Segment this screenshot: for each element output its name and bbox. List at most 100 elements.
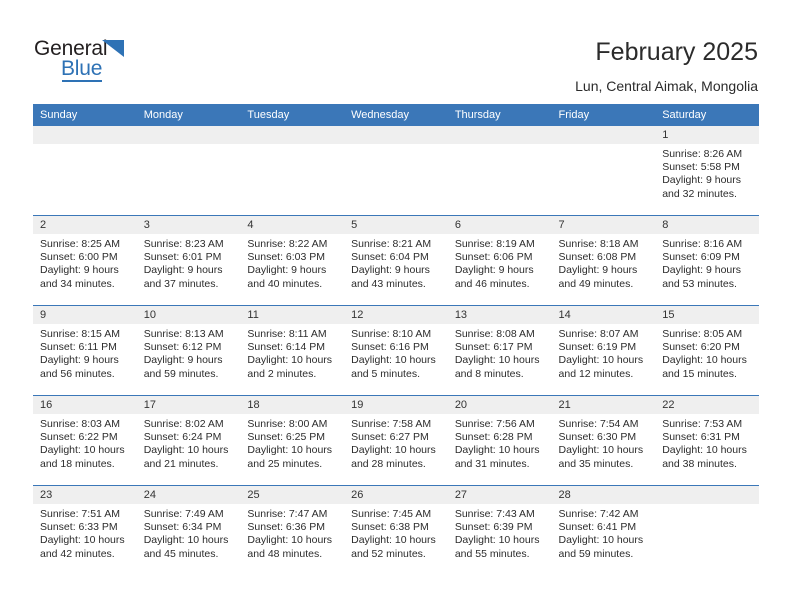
calendar-day-cell[interactable]: 23 Sunrise: 7:51 AM Sunset: 6:33 PM Dayligh… — [33, 485, 137, 575]
day-daylight-line1-text: Daylight: 10 hours — [662, 444, 747, 457]
calendar-day-cell[interactable]: 10 Sunrise: 8:13 AM Sunset: 6:12 PM Dayligh… — [136, 305, 241, 396]
day-daylight-line1-text: Daylight: 10 hours — [454, 534, 540, 547]
day-daylight-line1-text: Daylight: 10 hours — [454, 444, 540, 457]
calendar-day-cell[interactable]: 22 Sunrise: 7:53 AM Sunset: 6:31 PM Dayligh… — [655, 395, 759, 486]
calendar-cell-empty — [655, 485, 759, 575]
day-details: Sunrise: 7:54 AM Sunset: 6:30 PM Daylight:… — [552, 414, 656, 471]
calendar-day-cell[interactable]: 8 Sunrise: 8:16 AM Sunset: 6:09 PM Daylight… — [655, 215, 759, 306]
day-sunrise-text: Sunrise: 8:03 AM — [40, 418, 120, 430]
day-daylight-line1-text: Daylight: 10 hours — [558, 354, 644, 367]
day-sunrise-text: Sunrise: 8:19 AM — [454, 238, 535, 250]
day-daylight-line2-text: and 37 minutes. — [143, 277, 219, 290]
generalblue-logo: General Blue — [34, 37, 214, 85]
calendar-day-cell[interactable]: 18 Sunrise: 8:00 AM Sunset: 6:25 PM Dayligh… — [240, 395, 345, 486]
calendar-day-cell[interactable]: 24 Sunrise: 7:49 AM Sunset: 6:34 PM Dayligh… — [136, 485, 241, 575]
day-number: 26 — [344, 486, 448, 504]
day-sunset-text: Sunset: 6:30 PM — [558, 431, 637, 444]
day-daylight-line2-text: and 32 minutes. — [662, 187, 737, 200]
day-details: Sunrise: 8:16 AM Sunset: 6:09 PM Daylight:… — [655, 234, 759, 291]
calendar-grid: Sunday Monday Tuesday Wednesday Thursday… — [33, 104, 759, 575]
calendar-day-cell[interactable]: 19 Sunrise: 7:58 AM Sunset: 6:27 PM Dayligh… — [344, 395, 448, 486]
day-daylight-line2-text: and 5 minutes. — [351, 367, 420, 380]
day-sunrise-text: Sunrise: 7:53 AM — [662, 418, 743, 430]
day-number: 8 — [655, 216, 759, 234]
day-daylight-line1-text: Daylight: 10 hours — [143, 444, 229, 457]
day-daylight-line2-text: and 59 minutes. — [143, 367, 219, 380]
weekday-header-wednesday: Wednesday — [344, 104, 448, 126]
calendar-day-cell[interactable]: 20 Sunrise: 7:56 AM Sunset: 6:28 PM Dayligh… — [447, 395, 552, 486]
day-sunset-text: Sunset: 6:06 PM — [454, 251, 533, 264]
calendar-day-cell[interactable]: 25 Sunrise: 7:47 AM Sunset: 6:36 PM Dayligh… — [240, 485, 345, 575]
calendar-day-cell[interactable]: 9 Sunrise: 8:15 AM Sunset: 6:11 PM Daylight… — [33, 305, 137, 396]
calendar-day-cell[interactable]: 4 Sunrise: 8:22 AM Sunset: 6:03 PM Daylight… — [240, 215, 345, 306]
day-daylight-line1-text: Daylight: 10 hours — [454, 354, 540, 367]
calendar-day-cell[interactable]: 6 Sunrise: 8:19 AM Sunset: 6:06 PM Daylight… — [447, 215, 552, 306]
day-daylight-line1-text: Daylight: 10 hours — [40, 444, 125, 457]
calendar-day-cell[interactable]: 5 Sunrise: 8:21 AM Sunset: 6:04 PM Daylight… — [344, 215, 448, 306]
calendar-week-row: 9 Sunrise: 8:15 AM Sunset: 6:11 PM Daylight… — [33, 305, 759, 396]
calendar-day-cell[interactable]: 13 Sunrise: 8:08 AM Sunset: 6:17 PM Dayligh… — [447, 305, 552, 396]
day-daylight-line1-text: Daylight: 10 hours — [40, 534, 125, 547]
calendar-day-cell[interactable]: 17 Sunrise: 8:02 AM Sunset: 6:24 PM Dayligh… — [136, 395, 241, 486]
day-daylight-line1-text: Daylight: 9 hours — [40, 354, 119, 367]
day-daylight-line1-text: Daylight: 9 hours — [558, 264, 638, 277]
day-daylight-line1-text: Daylight: 10 hours — [351, 534, 436, 547]
calendar-day-cell[interactable]: 28 Sunrise: 7:42 AM Sunset: 6:41 PM Dayligh… — [551, 485, 656, 575]
day-sunset-text: Sunset: 6:16 PM — [351, 341, 429, 354]
day-number: 2 — [33, 216, 137, 234]
day-number: 11 — [240, 306, 345, 324]
day-sunset-text: Sunset: 6:04 PM — [351, 251, 429, 264]
calendar-cell-empty — [447, 126, 552, 216]
day-daylight-line2-text: and 31 minutes. — [454, 457, 530, 470]
calendar-page: General Blue February 2025 Lun, Central … — [0, 0, 792, 612]
day-sunrise-text: Sunrise: 8:07 AM — [558, 328, 639, 340]
calendar-day-cell[interactable]: 3 Sunrise: 8:23 AM Sunset: 6:01 PM Daylight… — [136, 215, 241, 306]
day-details: Sunrise: 7:51 AM Sunset: 6:33 PM Daylight:… — [33, 504, 137, 561]
calendar-cell-empty — [136, 126, 241, 216]
calendar-day-cell[interactable]: 26 Sunrise: 7:45 AM Sunset: 6:38 PM Dayligh… — [344, 485, 448, 575]
day-sunset-text: Sunset: 6:39 PM — [454, 521, 533, 534]
day-number: 28 — [551, 486, 656, 504]
day-sunrise-text: Sunrise: 8:08 AM — [454, 328, 535, 340]
calendar-day-cell[interactable]: 2 Sunrise: 8:25 AM Sunset: 6:00 PM Daylight… — [33, 215, 137, 306]
calendar-day-cell[interactable]: 16 Sunrise: 8:03 AM Sunset: 6:22 PM Dayligh… — [33, 395, 137, 486]
weekday-header-monday: Monday — [136, 104, 241, 126]
day-daylight-line1-text: Daylight: 9 hours — [662, 174, 742, 187]
calendar-day-cell[interactable]: 12 Sunrise: 8:10 AM Sunset: 6:16 PM Dayligh… — [344, 305, 448, 396]
day-daylight-line1-text: Daylight: 10 hours — [558, 444, 644, 457]
calendar-week-row: 1 Sunrise: 8:26 AM Sunset: 5:58 PM Daylight… — [33, 126, 759, 216]
day-sunrise-text: Sunrise: 8:13 AM — [143, 328, 224, 340]
calendar-day-cell[interactable]: 27 Sunrise: 7:43 AM Sunset: 6:39 PM Dayligh… — [447, 485, 552, 575]
day-sunrise-text: Sunrise: 8:23 AM — [143, 238, 224, 250]
calendar-cell-empty — [344, 126, 448, 216]
calendar-day-cell[interactable]: 7 Sunrise: 8:18 AM Sunset: 6:08 PM Daylight… — [551, 215, 656, 306]
day-daylight-line2-text: and 46 minutes. — [454, 277, 530, 290]
day-number: 4 — [240, 216, 345, 234]
day-details: Sunrise: 7:47 AM Sunset: 6:36 PM Daylight:… — [240, 504, 344, 561]
day-number: 12 — [344, 306, 448, 324]
weekday-header-sunday: Sunday — [33, 104, 137, 126]
day-sunrise-text: Sunrise: 7:49 AM — [143, 508, 224, 520]
day-number: 1 — [655, 126, 759, 144]
day-sunset-text: Sunset: 6:20 PM — [662, 341, 740, 354]
page-header: General Blue February 2025 Lun, Central … — [0, 0, 792, 100]
calendar-day-cell[interactable]: 15 Sunrise: 8:05 AM Sunset: 6:20 PM Dayligh… — [655, 305, 759, 396]
day-daylight-line1-text: Daylight: 9 hours — [662, 264, 742, 277]
calendar-cell-empty — [33, 126, 137, 216]
calendar-day-cell[interactable]: 1 Sunrise: 8:26 AM Sunset: 5:58 PM Daylight… — [655, 126, 759, 216]
calendar-day-cell[interactable]: 11 Sunrise: 8:11 AM Sunset: 6:14 PM Dayligh… — [240, 305, 345, 396]
day-sunrise-text: Sunrise: 7:43 AM — [454, 508, 535, 520]
calendar-day-cell[interactable]: 21 Sunrise: 7:54 AM Sunset: 6:30 PM Dayligh… — [551, 395, 656, 486]
day-number: 27 — [447, 486, 552, 504]
day-sunrise-text: Sunrise: 8:05 AM — [662, 328, 743, 340]
day-sunrise-text: Sunrise: 8:25 AM — [40, 238, 120, 250]
day-sunrise-text: Sunrise: 7:45 AM — [351, 508, 432, 520]
page-title: February 2025 — [595, 38, 758, 66]
day-sunrise-text: Sunrise: 8:16 AM — [662, 238, 743, 250]
day-details: Sunrise: 8:15 AM Sunset: 6:11 PM Daylight:… — [33, 324, 137, 381]
day-daylight-line2-text: and 28 minutes. — [351, 457, 426, 470]
day-details: Sunrise: 8:00 AM Sunset: 6:25 PM Daylight:… — [240, 414, 344, 471]
day-daylight-line2-text: and 49 minutes. — [558, 277, 634, 290]
day-number: 24 — [136, 486, 241, 504]
calendar-day-cell[interactable]: 14 Sunrise: 8:07 AM Sunset: 6:19 PM Dayligh… — [551, 305, 656, 396]
